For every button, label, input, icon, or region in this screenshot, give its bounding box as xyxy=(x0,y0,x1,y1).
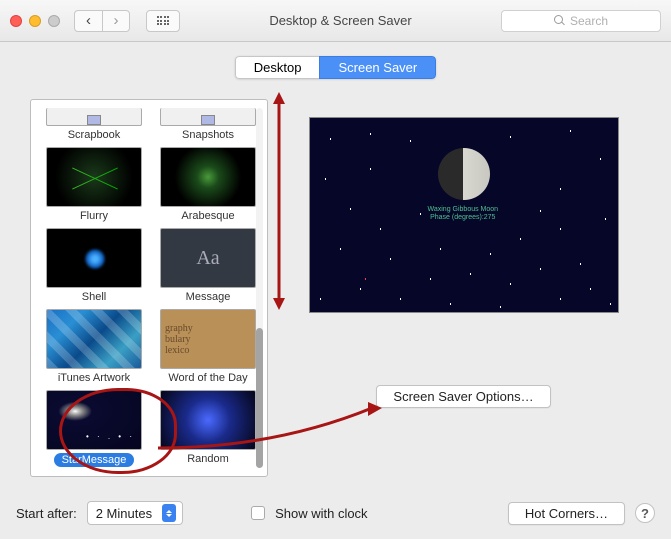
hot-corners-button[interactable]: Hot Corners… xyxy=(508,502,625,525)
minimize-icon[interactable] xyxy=(29,15,41,27)
saver-label: StarMessage xyxy=(54,453,135,467)
search-input[interactable]: Search xyxy=(501,10,661,32)
saver-thumbnail xyxy=(160,108,256,126)
saver-thumbnail xyxy=(46,147,142,207)
show-all-button[interactable] xyxy=(146,10,180,32)
saver-label: Snapshots xyxy=(182,129,234,141)
close-icon[interactable] xyxy=(10,15,22,27)
help-button[interactable]: ? xyxy=(635,503,655,523)
saver-thumbnail xyxy=(46,228,142,288)
tab-screensaver[interactable]: Screen Saver xyxy=(319,56,436,79)
saver-item-message[interactable]: Aa Message xyxy=(153,228,263,303)
saver-item-random[interactable]: Random xyxy=(153,390,263,467)
saver-item-itunes-artwork[interactable]: iTunes Artwork xyxy=(39,309,149,384)
saver-item-starmessage[interactable]: StarMessage xyxy=(39,390,149,467)
preview-panel: Waxing Gibbous Moon Phase (degrees):275 … xyxy=(286,99,641,477)
bottom-bar: Start after: 2 Minutes Show with clock H… xyxy=(16,501,655,525)
saver-thumbnail: Aa xyxy=(160,228,256,288)
grid-icon xyxy=(157,16,170,25)
saver-thumbnail xyxy=(160,390,256,450)
search-icon xyxy=(554,15,565,26)
saver-label: Scrapbook xyxy=(68,129,121,141)
tab-bar: Desktop Screen Saver xyxy=(0,42,671,89)
show-with-clock-checkbox[interactable] xyxy=(251,506,265,520)
traffic-lights xyxy=(10,15,60,27)
saver-label: Message xyxy=(186,291,231,303)
saver-thumbnail: graphybularylexico xyxy=(160,309,256,369)
nav-back-forward: ‹ › xyxy=(74,10,130,32)
screensaver-list[interactable]: Scrapbook Snapshots Flurry Arabesque Shell Aa… xyxy=(30,99,268,477)
start-after-select[interactable]: 2 Minutes xyxy=(87,501,183,525)
saver-label: Arabesque xyxy=(181,210,234,222)
back-button[interactable]: ‹ xyxy=(74,10,102,32)
zoom-icon xyxy=(48,15,60,27)
scrollbar-track[interactable] xyxy=(256,108,263,468)
saver-item-flurry[interactable]: Flurry xyxy=(39,147,149,222)
saver-item-shell[interactable]: Shell xyxy=(39,228,149,303)
show-with-clock-label: Show with clock xyxy=(275,506,367,521)
start-after-value: 2 Minutes xyxy=(96,506,152,521)
saver-item-word-of-the-day[interactable]: graphybularylexico Word of the Day xyxy=(153,309,263,384)
chevron-updown-icon xyxy=(162,504,176,522)
saver-label: iTunes Artwork xyxy=(58,372,130,384)
saver-thumbnail xyxy=(46,108,142,126)
screensaver-preview: Waxing Gibbous Moon Phase (degrees):275 xyxy=(309,117,619,313)
window-titlebar: ‹ › Desktop & Screen Saver Search xyxy=(0,0,671,42)
saver-item-scrapbook[interactable]: Scrapbook xyxy=(39,108,149,141)
start-after-label: Start after: xyxy=(16,506,77,521)
window-title: Desktop & Screen Saver xyxy=(188,13,493,28)
saver-thumbnail xyxy=(46,309,142,369)
saver-item-arabesque[interactable]: Arabesque xyxy=(153,147,263,222)
forward-button: › xyxy=(102,10,130,32)
tab-desktop[interactable]: Desktop xyxy=(235,56,320,79)
saver-thumbnail xyxy=(46,390,142,450)
saver-label: Random xyxy=(187,453,229,465)
moon-icon xyxy=(438,148,490,200)
search-placeholder: Search xyxy=(570,14,608,28)
saver-label: Word of the Day xyxy=(168,372,247,384)
saver-label: Shell xyxy=(82,291,106,303)
preview-caption: Waxing Gibbous Moon Phase (degrees):275 xyxy=(428,206,499,223)
scrollbar-thumb[interactable] xyxy=(256,328,263,468)
content-area: Scrapbook Snapshots Flurry Arabesque Shell Aa… xyxy=(16,89,655,491)
screensaver-options-button[interactable]: Screen Saver Options… xyxy=(376,385,550,408)
saver-label: Flurry xyxy=(80,210,108,222)
saver-item-snapshots[interactable]: Snapshots xyxy=(153,108,263,141)
saver-thumbnail xyxy=(160,147,256,207)
